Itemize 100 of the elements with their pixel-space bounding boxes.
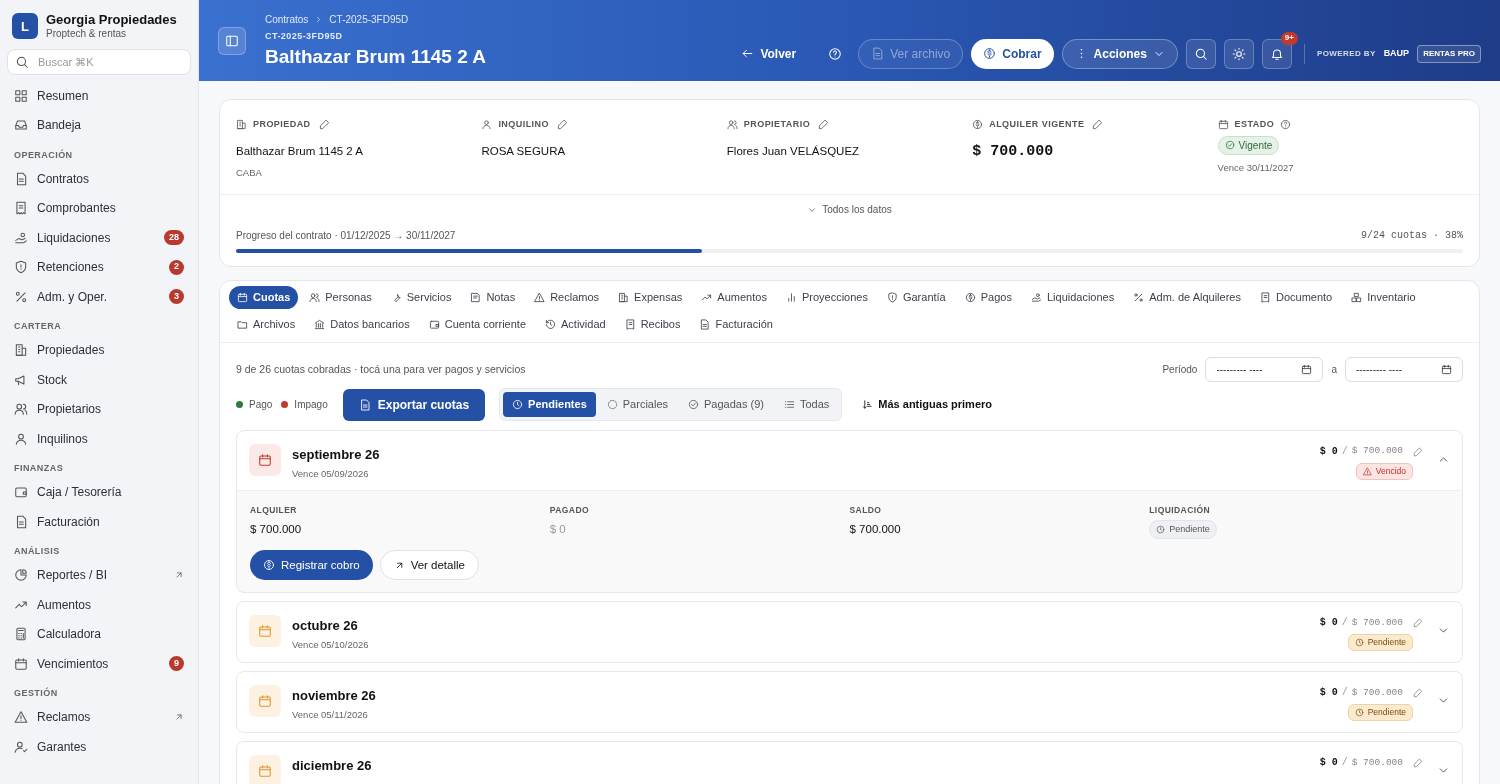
installment-month: noviembre 26 — [292, 687, 377, 706]
tab[interactable]: Liquidaciones — [1022, 286, 1123, 309]
edit-icon[interactable] — [1413, 757, 1423, 768]
users-icon — [14, 402, 28, 416]
tab[interactable]: Notas — [462, 286, 524, 309]
date-field[interactable]: --------- ---- — [1345, 357, 1463, 382]
clock-icon — [1354, 708, 1364, 718]
view-detail-button[interactable]: Ver detalle — [379, 550, 479, 581]
tab[interactable]: Cuenta corriente — [420, 313, 534, 336]
filter-option[interactable]: Pagadas (9) — [679, 392, 773, 417]
sidebar-item[interactable]: Calculadora — [14, 619, 184, 649]
filter-option[interactable]: Parciales — [597, 392, 677, 417]
section-heading: CARTERA — [14, 320, 63, 333]
document-icon — [14, 171, 28, 186]
sidebar-item[interactable]: Caja / Tesorería — [14, 477, 184, 507]
edit-icon[interactable] — [556, 119, 568, 131]
inbox-icon — [14, 118, 28, 132]
detail-value: $ 0 — [549, 521, 567, 537]
sidebar-item[interactable]: Resumen — [14, 80, 184, 111]
sidebar-item[interactable]: Reclamos — [14, 702, 184, 732]
edit-icon[interactable] — [318, 119, 330, 131]
tab[interactable]: Facturación — [691, 313, 781, 336]
search-button[interactable] — [1185, 38, 1216, 69]
sidebar-item[interactable]: Inquilinos — [14, 423, 184, 454]
tab[interactable]: Documento — [1251, 286, 1341, 309]
notification-badge: 9+ — [1280, 31, 1298, 45]
sidebar-toggle-button[interactable] — [218, 26, 246, 55]
calendar-icon — [14, 656, 28, 671]
sidebar-item[interactable]: Propietarios — [14, 394, 184, 424]
filter-option[interactable]: Pendientes — [503, 392, 596, 417]
installment-card[interactable]: octubre 26 Vence 05/10/2026 $ 0 / $ 700.000 Pendiente — [236, 601, 1463, 664]
sidebar-item[interactable]: Liquidaciones 28 — [14, 222, 184, 253]
tab[interactable]: Expensas — [610, 286, 691, 309]
export-button[interactable]: Exportar cuotas — [342, 388, 486, 421]
all-data-toggle[interactable]: Todos los datos — [807, 202, 892, 217]
hand-coin-icon — [1030, 292, 1042, 303]
tab[interactable]: Adm. de Alquileres — [1125, 286, 1249, 309]
edit-icon[interactable] — [1413, 617, 1423, 628]
sidebar-item[interactable]: Garantes — [14, 731, 184, 762]
tab[interactable]: Actividad — [537, 313, 614, 336]
sidebar-item[interactable]: Facturación — [14, 506, 184, 537]
sidebar-item[interactable]: Propiedades — [14, 335, 184, 365]
total-amount: $ 700.000 — [1351, 444, 1403, 459]
sidebar-item[interactable]: Retenciones 2 — [14, 252, 184, 282]
sidebar-item[interactable]: Vencimientos 9 — [14, 648, 184, 679]
edit-icon[interactable] — [818, 119, 830, 131]
actions-menu-button[interactable]: Acciones — [1061, 38, 1178, 69]
installment-card[interactable]: noviembre 26 Vence 05/11/2026 $ 0 / $ 700.000 Pendiente — [236, 671, 1463, 734]
tab[interactable]: Datos bancarios — [306, 313, 418, 336]
sort-button[interactable]: Más antiguas primero — [862, 396, 992, 413]
search-field[interactable]: Buscar ⌘K — [7, 48, 191, 75]
breadcrumb-link[interactable]: Contratos — [265, 11, 309, 27]
legend-label: Pago — [249, 398, 273, 412]
sidebar-item[interactable]: Bandeja — [14, 110, 184, 140]
charge-button[interactable]: Cobrar — [971, 38, 1054, 69]
tab[interactable]: Proyecciones — [777, 286, 876, 309]
field-label: ESTADO — [1234, 118, 1275, 131]
tab[interactable]: Reclamos — [526, 286, 608, 309]
detail-label: PAGADO — [549, 504, 590, 517]
back-button[interactable]: Volver — [733, 38, 805, 69]
theme-button[interactable] — [1223, 38, 1254, 69]
edit-icon[interactable] — [1092, 119, 1104, 131]
tab[interactable]: Archivos — [229, 313, 304, 336]
register-payment-button[interactable]: Registrar cobro — [250, 550, 373, 581]
sidebar-item[interactable]: Comprobantes — [14, 193, 184, 223]
sidebar-item[interactable]: Contratos — [14, 163, 184, 194]
edit-icon[interactable] — [1413, 446, 1423, 457]
tab[interactable]: Servicios — [382, 286, 460, 309]
field-subtext: CABA — [236, 165, 263, 180]
brand-tagline: Proptech & rentas — [46, 28, 128, 41]
installment-due-date: Vence 05/11/2026 — [292, 707, 369, 722]
help-icon[interactable] — [1280, 119, 1292, 131]
clock-icon — [1354, 638, 1364, 648]
sidebar-item[interactable]: Aumentos — [14, 589, 184, 620]
tab[interactable]: Inventario — [1343, 286, 1424, 309]
paid-amount: $ 0 — [1319, 445, 1338, 459]
date-field[interactable]: --------- ---- — [1205, 357, 1324, 382]
tab[interactable]: Personas — [301, 286, 380, 309]
tab[interactable]: Recibos — [616, 313, 689, 336]
tab[interactable]: Aumentos — [693, 286, 775, 309]
tab[interactable]: Pagos — [956, 286, 1020, 309]
installment-card[interactable]: septiembre 26 Vence 05/09/2026 $ 0 / $ 700.000 Vencido ALQUILER $ 700.000 PAGADO $ 0 SALDO $ 700.000 LIQUIDACIÓN Pendiente Registrar cobro Ver detalle — [236, 430, 1463, 594]
sidebar-item[interactable]: Reportes / BI — [14, 560, 184, 590]
percent-icon — [1133, 292, 1145, 303]
bank-icon — [314, 319, 326, 330]
sidebar-item[interactable]: Stock — [14, 364, 184, 395]
tab[interactable]: Cuotas — [229, 286, 299, 309]
notifications-button[interactable] — [1261, 38, 1292, 69]
filter-option[interactable]: Todas — [774, 392, 839, 417]
tab[interactable]: Garantía — [878, 286, 954, 309]
edit-icon[interactable] — [1413, 687, 1423, 698]
installment-card[interactable]: diciembre 26 $ 0 / $ 700.000 — [236, 741, 1463, 784]
users-icon — [726, 119, 738, 131]
detail-value: $ 700.000 — [849, 521, 902, 537]
sidebar-item[interactable]: Adm. y Oper. 3 — [14, 281, 184, 312]
breadcrumb-link[interactable]: CT-2025-3FD95D — [329, 11, 409, 27]
field-value: $ 700.000 — [972, 141, 1055, 162]
calendar-icon — [258, 624, 272, 639]
detail-label: SALDO — [849, 504, 883, 517]
installment-due-date: Vence 05/09/2026 — [292, 466, 370, 481]
